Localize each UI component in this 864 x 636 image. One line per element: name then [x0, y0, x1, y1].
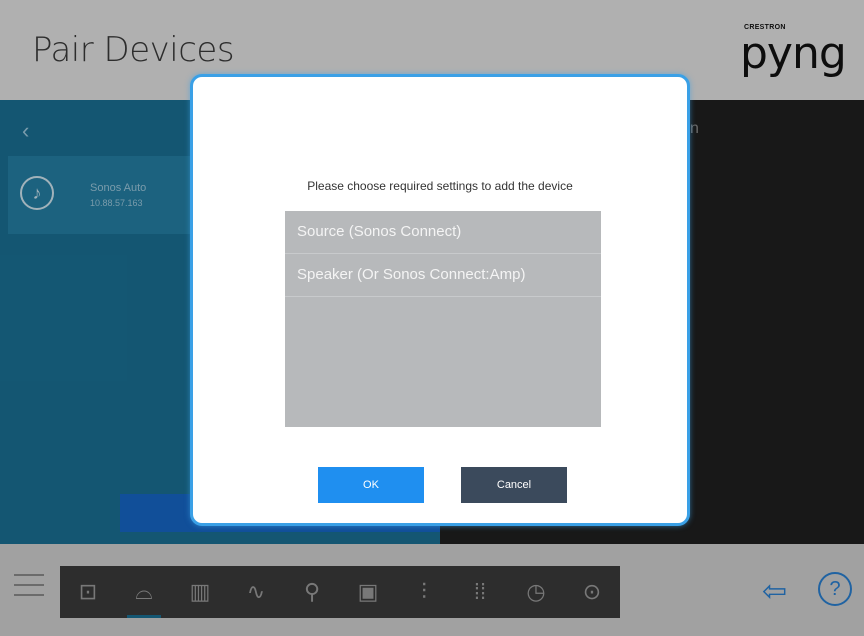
cancel-button[interactable]: Cancel [461, 467, 567, 503]
list-item-speaker[interactable]: Speaker (Or Sonos Connect:Amp) [285, 254, 601, 297]
dialog-prompt: Please choose required settings to add t… [307, 179, 573, 193]
settings-list: Source (Sonos Connect) Speaker (Or Sonos… [285, 211, 601, 427]
settings-dialog: Please choose required settings to add t… [190, 74, 690, 526]
ok-button[interactable]: OK [318, 467, 424, 503]
list-item-source[interactable]: Source (Sonos Connect) [285, 211, 601, 254]
